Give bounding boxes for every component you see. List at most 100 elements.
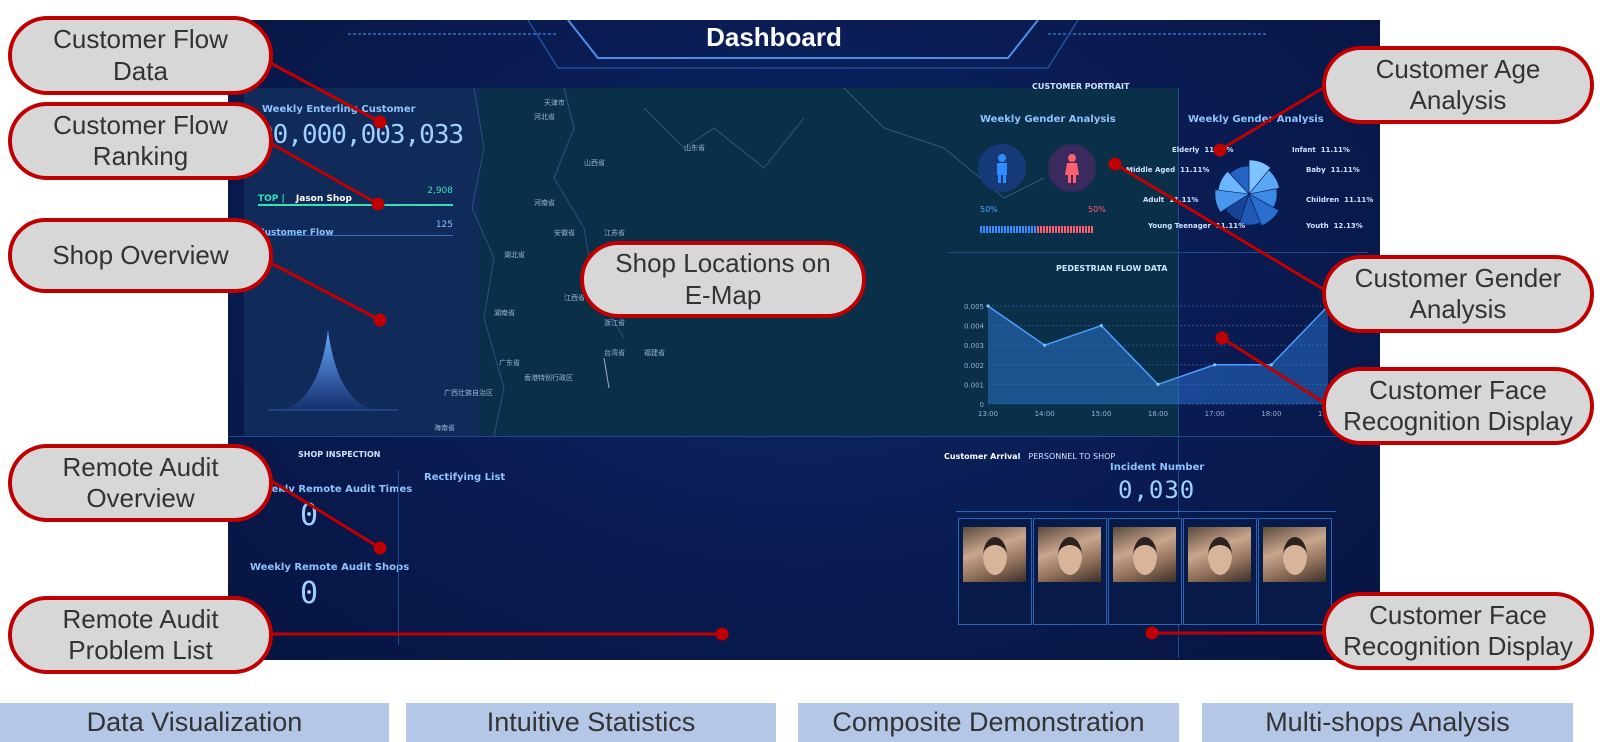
female-strip-segment [1052, 226, 1054, 233]
customer-arrival-label: Customer Arrival [944, 452, 1021, 461]
male-strip-segment [1028, 226, 1030, 233]
male-strip-segment [1004, 226, 1006, 233]
data-point [1156, 382, 1160, 386]
callout-customer-age-analysis: Customer Age Analysis [1322, 46, 1594, 124]
age-label: Baby 11.11% [1306, 166, 1360, 174]
faces-line [956, 511, 1336, 512]
top-shop-value: 2,908 [427, 186, 453, 196]
top-shop-name: Jason Shop [295, 194, 352, 204]
callout-customer-face-recognition-2: Customer Face Recognition Display [1322, 592, 1594, 670]
age-label-pct: 11.11% [1330, 166, 1360, 174]
y-tick-label: 0.003 [964, 342, 984, 350]
female-strip-segment [1061, 226, 1063, 233]
data-point [1099, 324, 1103, 328]
age-label-name: Infant [1292, 146, 1316, 154]
male-icon [997, 154, 1007, 183]
callout-remote-audit-overview: Remote Audit Overview [8, 444, 273, 522]
age-label: Infant 11.11% [1292, 146, 1350, 154]
face-card[interactable] [1258, 518, 1332, 625]
face-card[interactable] [1183, 518, 1257, 625]
callout-shop-overview: Shop Overview [8, 218, 273, 293]
map-label: 浙江省 [604, 319, 625, 327]
x-tick-label: 13:00 [978, 410, 998, 418]
map-label: 广东省 [499, 359, 520, 367]
face-photo [1188, 527, 1251, 582]
female-strip-segment [1058, 226, 1060, 233]
age-label-name: Adult [1143, 196, 1165, 204]
male-strip-segment [1025, 226, 1027, 233]
y-tick-label: 0.002 [964, 362, 984, 370]
customer-flow-value: 125 [435, 220, 453, 230]
age-label: Adult 11.11% [1143, 196, 1198, 204]
incident-value: 0,030 [1118, 476, 1196, 504]
map-label: 台湾省 [604, 349, 625, 357]
dashboard-panel: Dashboard Weekly Enterling Customer 00,0… [228, 20, 1380, 660]
weekly-audit-shops-value: 0 [300, 576, 319, 611]
face-photo [1113, 527, 1176, 582]
map-label: 广西壮族自治区 [444, 389, 493, 397]
female-strip-segment [1037, 226, 1039, 233]
male-strip-segment [1019, 226, 1021, 233]
weekly-gender-label-left: Weekly Gender Analysis [980, 114, 1116, 125]
age-label-pct: 11.11% [1344, 196, 1374, 204]
top-shop-row[interactable]: TOP | Jason Shop 2,908 [258, 186, 453, 205]
footer-composite-demonstration: Composite Demonstration [798, 703, 1179, 742]
callout-customer-flow-ranking: Customer Flow Ranking [8, 102, 273, 180]
face-card[interactable] [1108, 518, 1182, 625]
customer-flow-label: Customer Flow [258, 228, 334, 238]
map-label: 山东省 [684, 144, 705, 152]
male-strip-segment [986, 226, 988, 233]
male-strip-segment [989, 226, 991, 233]
map-label: 福建省 [644, 349, 665, 357]
weekly-audit-times-value: 0 [300, 498, 319, 533]
male-strip-segment [998, 226, 1000, 233]
data-point [1043, 343, 1047, 347]
map-label: 天津市 [544, 99, 565, 107]
face-head [1283, 537, 1307, 575]
face-photo [963, 527, 1026, 582]
map-label: 江苏省 [604, 229, 625, 237]
gender-strip [980, 218, 1110, 237]
map-label: 河南省 [534, 199, 555, 207]
female-strip-segment [1067, 226, 1069, 233]
face-head [1058, 537, 1082, 575]
female-strip-segment [1040, 226, 1042, 233]
age-label-pct: 11.11% [1169, 196, 1199, 204]
age-label-pct: 11.11% [1204, 146, 1234, 154]
female-icon-circle [1048, 144, 1096, 192]
personnel-label: PERSONNEL TO SHOP [1028, 452, 1116, 461]
female-strip-segment [1064, 226, 1066, 233]
callout-customer-gender-analysis: Customer Gender Analysis [1322, 255, 1594, 333]
female-strip-segment [1046, 226, 1048, 233]
footer-multi-shops-analysis: Multi-shops Analysis [1202, 703, 1573, 742]
map-label: 香港特别行政区 [524, 374, 573, 382]
map-label: 湖北省 [504, 251, 525, 259]
rectifying-list-title[interactable]: Rectifying List [424, 472, 505, 483]
data-point [986, 304, 990, 308]
male-strip-segment [1016, 226, 1018, 233]
age-label: Elderly 11.11% [1172, 146, 1234, 154]
map-label: 山西省 [584, 159, 605, 167]
age-label: Young Teenager 11.11% [1148, 222, 1245, 230]
data-point [1269, 363, 1273, 367]
face-card[interactable] [958, 518, 1032, 625]
age-label-name: Young Teenager [1148, 222, 1211, 230]
male-strip-segment [983, 226, 985, 233]
map-label: 安徽省 [554, 229, 575, 237]
data-point [1213, 363, 1217, 367]
age-label: Children 11.11% [1306, 196, 1373, 204]
age-label: Middle Aged 11.11% [1126, 166, 1209, 174]
weekly-audit-shops-label: Weekly Remote Audit Shops [250, 562, 410, 573]
female-strip-segment [1082, 226, 1084, 233]
male-strip-segment [1001, 226, 1003, 233]
callout-remote-audit-problem-list: Remote Audit Problem List [8, 596, 273, 674]
left-bottom-divider [398, 470, 399, 645]
mid-divider [948, 252, 1368, 253]
weekly-gender-label-right: Weekly Gender Analysis [1188, 114, 1324, 125]
male-strip-segment [1034, 226, 1036, 233]
age-label-name: Elderly [1172, 146, 1200, 154]
age-label-pct: 11.11% [1215, 222, 1246, 230]
face-card[interactable] [1033, 518, 1107, 625]
x-tick-label: 17:00 [1205, 410, 1225, 418]
callout-shop-locations: Shop Locations on E-Map [580, 241, 866, 318]
